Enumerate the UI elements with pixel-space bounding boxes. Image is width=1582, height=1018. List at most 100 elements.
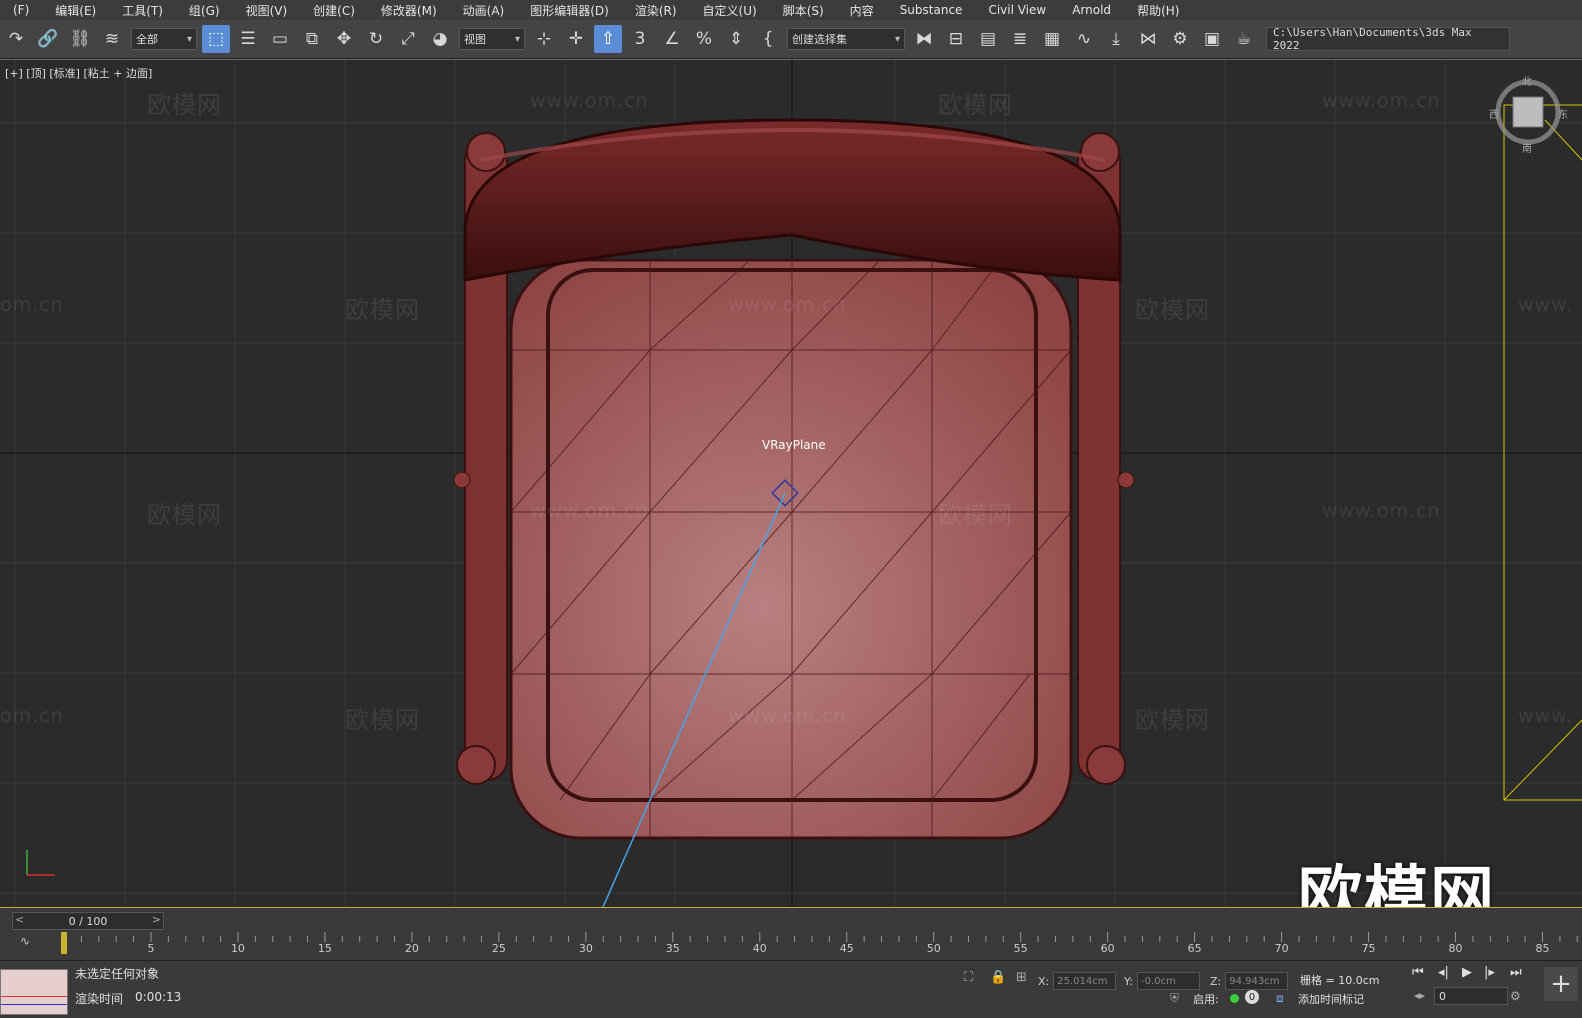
align-icon[interactable]: ⊟ [942, 25, 970, 53]
menu-item[interactable]: 视图(V) [233, 2, 301, 19]
lock-icon[interactable]: 🔒 [990, 970, 1006, 985]
curve-editor-icon[interactable]: ∿ [1070, 25, 1098, 53]
selection-filter-value: 全部 [136, 33, 158, 46]
placement-icon[interactable]: ◕ [426, 25, 454, 53]
rotate-icon[interactable]: ↻ [362, 25, 390, 53]
render-teapot-icon[interactable]: ☕ [1230, 25, 1258, 53]
x-value[interactable]: 25.014cm [1053, 972, 1117, 990]
schematic-view-icon[interactable]: ⋈ [1134, 25, 1162, 53]
current-frame-input[interactable]: 0 [1434, 987, 1508, 1005]
menu-item[interactable]: Substance [887, 3, 976, 17]
scene-explorer-icon[interactable]: ▤ [974, 25, 1002, 53]
reference-coord-value: 视图 [464, 33, 486, 46]
go-to-start-icon[interactable]: ⏮ [1412, 965, 1424, 980]
go-to-end-icon[interactable]: ⏭ [1510, 965, 1522, 980]
next-frame-button[interactable]: > [152, 913, 161, 926]
absolute-mode-icon[interactable]: ⊞ [1016, 970, 1027, 985]
selection-filter-dropdown[interactable]: 全部 [131, 28, 197, 50]
project-path-field[interactable]: C:\Users\Han\Documents\3ds Max 2022 [1266, 27, 1510, 51]
watermark-text: 欧模网 [938, 501, 1013, 529]
ruler-tick-label: 85 [1535, 942, 1550, 955]
ruler-tick-label: 60 [1100, 942, 1115, 955]
ruler-tick-label: 25 [491, 942, 506, 955]
watermark-text: 欧模网 [147, 91, 222, 119]
menu-item[interactable]: Arnold [1059, 3, 1124, 17]
edit-named-selection-icon[interactable]: { [754, 25, 782, 53]
next-key-icon[interactable]: |▸ [1484, 965, 1495, 980]
menu-item[interactable]: 创建(C) [300, 2, 368, 19]
link-icon[interactable]: 🔗 [34, 25, 62, 53]
watermark-url: www.om.cn [530, 90, 649, 112]
pivot-center-icon[interactable]: ⊹ [530, 25, 558, 53]
menu-item[interactable]: 帮助(H) [1124, 2, 1192, 19]
zoom-plus-icon[interactable]: + [1544, 967, 1578, 1001]
y-coordinate[interactable]: Y: -0.0cm [1124, 972, 1200, 990]
menu-item[interactable]: 自定义(U) [690, 2, 770, 19]
watermark-url: www.om.cn [728, 705, 847, 727]
z-coordinate[interactable]: Z: 94.943cm [1210, 972, 1289, 990]
add-time-tag[interactable]: 添加时间标记 [1298, 991, 1364, 1007]
render-setup-icon[interactable]: ⚙ [1166, 25, 1194, 53]
menu-item[interactable]: 图形编辑器(D) [517, 2, 622, 19]
play-icon[interactable]: ▶ [1462, 965, 1472, 980]
chair-left-post-top [466, 132, 506, 172]
viewcube-west[interactable]: 西 [1489, 106, 1499, 121]
maxscript-listener-thumb[interactable] [0, 969, 68, 1015]
isolate-icon[interactable]: ⛶ [964, 970, 973, 985]
menu-item[interactable]: 内容 [837, 2, 887, 19]
menu-item[interactable]: 动画(A) [450, 2, 518, 19]
redo-icon[interactable]: ↷ [2, 25, 30, 53]
spinner-snap-icon[interactable]: ⇕ [722, 25, 750, 53]
move-icon[interactable]: ✥ [330, 25, 358, 53]
select-object-icon[interactable]: ⬚ [202, 25, 230, 53]
viewcube-east[interactable]: 东 [1558, 106, 1568, 121]
enable-count-badge[interactable]: 0 [1245, 990, 1259, 1004]
chair-left-leg [456, 745, 496, 785]
adaptive-degradation-icon[interactable]: ⛨ [1170, 991, 1179, 1006]
time-config-icon[interactable]: ⚙ [1510, 989, 1521, 1003]
time-tag-icon[interactable]: ⧈ [1276, 991, 1284, 1006]
menu-item[interactable]: 编辑(E) [42, 2, 109, 19]
select-manipulate-icon[interactable]: ✛ [562, 25, 590, 53]
named-selection-dropdown[interactable]: 创建选择集 [787, 28, 905, 50]
x-coordinate[interactable]: X: 25.014cm [1038, 972, 1117, 990]
window-crossing-icon[interactable]: ⧉ [298, 25, 326, 53]
menu-item[interactable]: Civil View [975, 3, 1059, 17]
prev-frame-button[interactable]: < [15, 913, 24, 926]
menu-item[interactable]: 组(G) [176, 2, 233, 19]
rect-selection-icon[interactable]: ▭ [266, 25, 294, 53]
menu-item[interactable]: 修改器(M) [368, 2, 450, 19]
reference-coord-dropdown[interactable]: 视图 [459, 28, 525, 50]
watermark-text: 欧模网 [1135, 296, 1210, 324]
ruler-tick-label: 70 [1274, 942, 1289, 955]
prev-key-icon[interactable]: ◂| [1438, 965, 1449, 980]
top-viewport[interactable]: [+] [顶] [标准] [粘土 + 边面] 欧模网 www.om.cn 欧模网… [0, 59, 1582, 909]
menu-item[interactable]: (F) [0, 3, 42, 17]
z-value[interactable]: 94.943cm [1225, 972, 1289, 990]
mirror-icon[interactable]: ⧓ [910, 25, 938, 53]
key-mode-icon[interactable]: ◂▸ [1414, 989, 1425, 1002]
scale-icon[interactable]: ⤢ [394, 25, 422, 53]
time-slider[interactable]: < 0 / 100 > [12, 912, 164, 930]
y-value[interactable]: -0.0cm [1136, 972, 1200, 990]
dope-sheet-icon[interactable]: ⤓ [1102, 25, 1130, 53]
unlink-icon[interactable]: ⛓ [66, 25, 94, 53]
curve-toggle-icon[interactable]: ∿ [20, 934, 30, 948]
project-path-value: C:\Users\Han\Documents\3ds Max 2022 [1273, 27, 1472, 51]
viewcube-north[interactable]: 北 [1522, 73, 1532, 88]
select-by-name-icon[interactable]: ☰ [234, 25, 262, 53]
angle-snap-icon[interactable]: ∠ [658, 25, 686, 53]
menu-item[interactable]: 渲染(R) [622, 2, 690, 19]
keyboard-shortcut-override-icon[interactable]: ⇧ [594, 25, 622, 53]
viewport-label[interactable]: [+] [顶] [标准] [粘土 + 边面] [5, 65, 152, 81]
snap-3d-icon[interactable]: 3 [626, 25, 654, 53]
ribbon-icon[interactable]: ▦ [1038, 25, 1066, 53]
percent-snap-icon[interactable]: % [690, 25, 718, 53]
menu-item[interactable]: 工具(T) [109, 2, 176, 19]
layer-explorer-icon[interactable]: ≣ [1006, 25, 1034, 53]
viewcube-south[interactable]: 南 [1522, 140, 1532, 155]
render-frame-icon[interactable]: ▣ [1198, 25, 1226, 53]
ruler-tick-label: 50 [926, 942, 941, 955]
bind-spacewarp-icon[interactable]: ≋ [98, 25, 126, 53]
menu-item[interactable]: 脚本(S) [770, 2, 837, 19]
